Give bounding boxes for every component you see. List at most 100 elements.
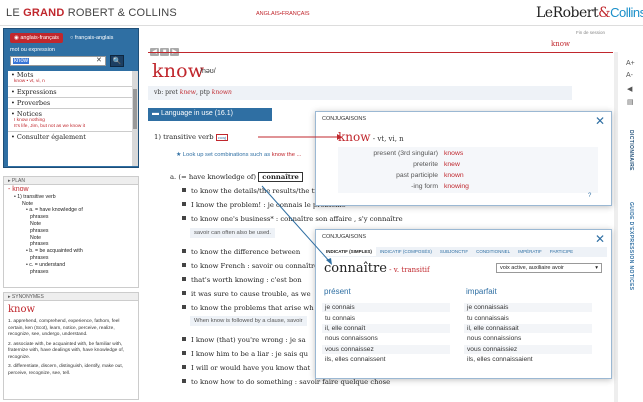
result-scroll-thumb[interactable] — [133, 89, 137, 129]
synonyms-word: know — [8, 304, 36, 315]
language-direction: ANGLAIS•FRANÇAIS — [256, 11, 310, 17]
bullet-icon — [182, 365, 186, 369]
bullet-icon — [182, 351, 186, 355]
plan-item[interactable]: phrases — [8, 228, 83, 235]
sense-a: a. (= have knowledge of) connaître — [170, 172, 303, 182]
example-text: I will or would have you know that — [191, 364, 311, 372]
conjugation-row: present (3rd singular) knows — [340, 149, 596, 158]
result-list: • Mots know • vt, vi, n • Expressions • Pro… — [8, 71, 132, 166]
voice-select[interactable]: voix active, auxiliaire avoir ▾ — [496, 263, 602, 273]
font-decrease-button[interactable]: A- — [626, 72, 633, 79]
plan-word[interactable]: - know — [8, 186, 83, 194]
radio-francais-anglais[interactable]: ○ français-anglais — [70, 35, 113, 41]
translation-link[interactable]: connaître — [258, 172, 303, 182]
plan-item[interactable]: Note — [8, 235, 83, 242]
conjugation-row: preterite knew — [340, 160, 596, 169]
result-separator — [8, 108, 132, 109]
form-value: knows — [444, 150, 464, 157]
plan-item[interactable]: phrases — [8, 269, 83, 276]
conjugated-form: je connaissais — [464, 303, 592, 314]
conjugated-form: vous connaissez — [322, 344, 450, 355]
main-scrollbar[interactable] — [614, 52, 618, 402]
search-input[interactable]: know — [10, 56, 106, 66]
bullet-icon — [182, 188, 186, 192]
plan-item[interactable]: • 1) transitive verb — [8, 194, 83, 201]
conjugated-form: tu connais — [322, 313, 450, 324]
bullet-icon — [182, 249, 186, 253]
plan-tree: - know • 1) transitive verb Note • a. = hav… — [8, 186, 83, 276]
plan-header: ▸ PLAN — [4, 177, 138, 185]
end-session-link[interactable]: Fin de session — [576, 30, 605, 35]
form-value: knowing — [444, 183, 469, 190]
usage-note-2: When know is followed by a clause, savoi… — [190, 316, 307, 326]
clear-icon[interactable]: ✕ — [96, 56, 102, 64]
bullet-icon — [182, 337, 186, 341]
example-text: that's worth knowing : c'est bon — [191, 276, 302, 284]
print-icon[interactable]: ▤ — [627, 98, 634, 106]
plan-item[interactable]: phrases — [8, 255, 83, 262]
conjugated-form: ils, elles connaissaient — [464, 354, 592, 366]
search-button[interactable]: 🔍 — [110, 55, 124, 67]
language-in-use-bar[interactable]: ▬ Language in use (16.1) — [148, 108, 272, 121]
tab-dictionnaire[interactable]: DICTIONNAIRE — [628, 130, 634, 200]
synonym-group: 1. apprehend, comprehend, experience, fa… — [8, 319, 120, 337]
plan-item[interactable]: Note — [8, 221, 83, 228]
plan-item[interactable]: • c. = understand — [8, 262, 83, 269]
result-category[interactable]: • Expressions — [8, 88, 132, 96]
result-item[interactable]: It's life, Jim, but not as we know it — [8, 124, 132, 130]
tab-tense[interactable]: SUBJONCTIF — [436, 247, 472, 256]
form-value: known — [444, 172, 464, 179]
tab-tense[interactable]: CONDITIONNEL — [472, 247, 514, 256]
tab-tense[interactable]: IMPÉRATIF — [514, 247, 546, 256]
tab-tense[interactable]: PARTICIPE — [546, 247, 577, 256]
close-icon[interactable]: ✕ — [595, 114, 605, 128]
audio-icon[interactable]: ◀ — [627, 85, 632, 93]
form-label: present (3rd singular) — [373, 150, 438, 157]
close-icon[interactable]: ✕ — [595, 232, 605, 246]
form-label: past participle — [396, 172, 438, 179]
tab-tense[interactable]: INDICATIF (SIMPLES) — [322, 247, 376, 256]
popup-title: CONJUGAISONS — [322, 234, 367, 240]
result-category[interactable]: • Consulter également — [8, 133, 132, 141]
bullet-icon — [182, 216, 186, 220]
conjugated-form: nous connaissions — [464, 334, 592, 345]
example-text: to know the difference between — [191, 248, 301, 256]
result-category[interactable]: • Proverbes — [8, 99, 132, 107]
entry-toolbar: ◀■▶ — [150, 38, 180, 56]
result-separator — [8, 131, 132, 132]
conjugation-icon[interactable]: conj — [215, 134, 229, 141]
plan-item[interactable]: • b. = be acquainted with — [8, 248, 83, 255]
plan-item[interactable]: phrases — [8, 214, 83, 221]
tense-imparfait: imparfait — [466, 287, 497, 296]
radio-anglais-francais[interactable]: ◉ anglais-français — [10, 33, 63, 43]
plan-item[interactable]: Note — [8, 201, 83, 208]
plan-item[interactable]: phrases — [8, 241, 83, 248]
example-line: it was sure to cause trouble, as we — [182, 290, 318, 304]
example-line: to know one's business* : connaître son … — [182, 215, 403, 229]
form-label: preterite — [413, 161, 438, 168]
synonyms-header: ▸ SYNONYMES — [4, 293, 138, 301]
conjugated-form: tu connaissais — [464, 313, 592, 324]
conjugated-form: je connais — [322, 303, 450, 314]
example-text: it was sure to cause trouble, as we — [191, 290, 311, 298]
example-text: to know the problems that arise wh — [191, 304, 314, 312]
synonym-group: 3. differentiate, discern, distinguish, … — [8, 364, 124, 376]
bullet-icon — [182, 277, 186, 281]
popup-title: CONJUGAISONS — [322, 116, 367, 122]
bullet-icon — [182, 379, 186, 383]
font-increase-button[interactable]: A+ — [626, 60, 635, 67]
tab-guide-expression[interactable]: GUIDE D'EXPRESSION NOTICES — [628, 202, 634, 312]
sense-1: 1) transitive verb conj — [154, 133, 229, 141]
plan-item[interactable]: • a. = have knowledge of — [8, 207, 83, 214]
conjugated-form: ils, elles connaissent — [322, 354, 450, 366]
right-sidebar: A+ A- ◀ ▤ DICTIONNAIRE GUIDE D'EXPRESSIO… — [614, 52, 643, 402]
result-separator — [8, 97, 132, 98]
tab-tense[interactable]: INDICATIF (COMPOSÉS) — [376, 247, 436, 256]
bullet-icon — [182, 263, 186, 267]
result-item[interactable]: know • vt, vi, n — [8, 79, 132, 85]
result-category[interactable]: • Mots — [8, 71, 132, 79]
help-icon[interactable]: ? — [588, 193, 591, 199]
result-category[interactable]: • Notices — [8, 110, 132, 118]
top-bar: LE GRAND ROBERT & COLLINS ANGLAIS•FRANÇA… — [0, 0, 643, 26]
chevron-down-icon: ▾ — [595, 265, 598, 271]
